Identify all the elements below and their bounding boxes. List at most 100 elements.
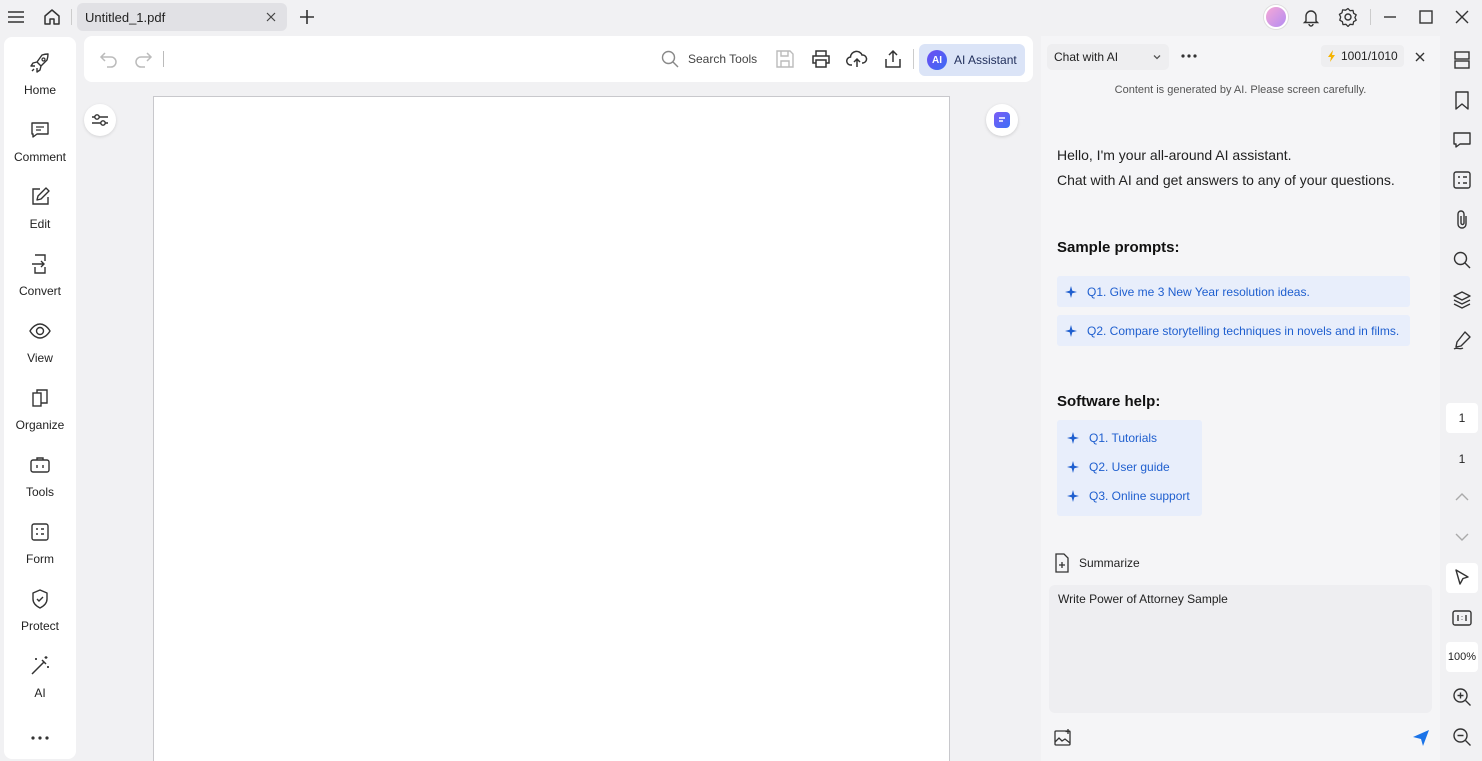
divider [71, 9, 72, 25]
floating-ai-note-icon[interactable] [986, 104, 1018, 136]
thumbnails-icon[interactable] [1451, 49, 1473, 71]
ai-credits-value: 1001/1010 [1341, 49, 1398, 63]
total-pages: 1 [1458, 452, 1466, 466]
zoom-in-icon[interactable] [1451, 686, 1473, 708]
chevron-down-icon [1153, 55, 1161, 60]
chat-input[interactable]: Write Power of Attorney Sample [1049, 585, 1432, 713]
sample-prompt-1[interactable]: Q1. Give me 3 New Year resolution ideas. [1057, 276, 1410, 307]
actual-size-icon[interactable] [1451, 607, 1473, 629]
more-tools-icon[interactable] [28, 727, 52, 749]
tab-title: Untitled_1.pdf [85, 9, 166, 25]
divider [1370, 9, 1371, 25]
software-help-list: Q1. Tutorials Q2. User guide Q3. Online … [1057, 420, 1202, 516]
form-fields-icon[interactable] [1451, 169, 1473, 191]
chevron-down-icon[interactable] [1451, 526, 1473, 548]
redo-icon[interactable] [132, 48, 154, 70]
sidebar-item-label: Tools [25, 485, 54, 499]
sample-prompt-label: Q1. Give me 3 New Year resolution ideas. [1087, 284, 1310, 299]
search-icon [661, 50, 679, 68]
share-export-icon[interactable] [882, 48, 904, 70]
help-item-label: Q2. User guide [1089, 460, 1170, 474]
sidebar-item-form[interactable]: Form [4, 510, 76, 570]
rocket-icon [28, 51, 52, 75]
sidebar-item-edit[interactable]: Edit [4, 175, 76, 235]
sidebar-item-view[interactable]: View [4, 309, 76, 369]
help-item-tutorials[interactable]: Q1. Tutorials [1067, 431, 1157, 445]
undo-icon[interactable] [98, 48, 120, 70]
sparkle-icon [1067, 461, 1079, 473]
close-tab-icon[interactable] [263, 9, 279, 25]
sidebar-item-ai[interactable]: AI [4, 644, 76, 704]
chevron-up-icon[interactable] [1451, 486, 1473, 508]
sidebar-item-label: View [27, 351, 53, 365]
signature-pen-icon[interactable] [1451, 329, 1473, 351]
lightning-icon [1328, 50, 1335, 62]
cloud-upload-icon[interactable] [846, 48, 868, 70]
sample-prompt-2[interactable]: Q2. Compare storytelling techniques in n… [1057, 315, 1410, 346]
software-help-heading: Software help: [1057, 393, 1161, 410]
search-icon[interactable] [1451, 249, 1473, 271]
organize-icon [28, 386, 52, 410]
convert-icon [28, 252, 52, 276]
help-item-online-support[interactable]: Q3. Online support [1067, 489, 1190, 503]
save-icon[interactable] [774, 48, 796, 70]
summarize-button[interactable]: Summarize [1053, 553, 1140, 573]
ai-disclaimer: Content is generated by AI. Please scree… [1114, 84, 1367, 96]
avatar[interactable] [1264, 5, 1288, 29]
send-icon[interactable] [1411, 728, 1431, 748]
sidebar-item-protect[interactable]: Protect [4, 577, 76, 637]
display-settings-sliders-icon[interactable] [84, 104, 116, 136]
sidebar-item-label: Home [23, 83, 56, 97]
zoom-out-icon[interactable] [1451, 726, 1473, 748]
print-icon[interactable] [810, 48, 832, 70]
settings-gear-icon[interactable] [1335, 4, 1361, 30]
sample-prompt-label: Q2. Compare storytelling techniques in n… [1087, 323, 1400, 338]
sidebar-item-label: Comment [13, 150, 66, 164]
help-item-user-guide[interactable]: Q2. User guide [1067, 460, 1170, 474]
toolbox-icon [28, 453, 52, 477]
chat-mode-dropdown[interactable]: Chat with AI [1047, 44, 1169, 70]
bell-icon[interactable] [1298, 4, 1324, 30]
comment-icon [28, 118, 52, 142]
close-panel-icon[interactable] [1411, 48, 1429, 66]
sidebar-item-label: Organize [15, 418, 65, 432]
maximize-icon[interactable] [1413, 4, 1439, 30]
sidebar-item-convert[interactable]: Convert [4, 242, 76, 302]
document-tab[interactable]: Untitled_1.pdf [77, 3, 287, 31]
comments-icon[interactable] [1451, 129, 1473, 151]
magic-wand-icon [28, 654, 52, 678]
home-icon[interactable] [39, 4, 65, 30]
new-tab-plus-icon[interactable] [294, 4, 320, 30]
bookmark-icon[interactable] [1451, 89, 1473, 111]
pdf-page[interactable] [153, 96, 950, 761]
sparkle-icon [1067, 490, 1079, 502]
select-cursor-icon[interactable] [1446, 563, 1478, 593]
more-options-icon[interactable] [1179, 46, 1199, 66]
greeting-line-2: Chat with AI and get answers to any of y… [1057, 172, 1395, 188]
layers-icon[interactable] [1451, 289, 1473, 311]
document-plus-icon [1055, 553, 1069, 573]
right-rail: 1 1 100% [1443, 36, 1482, 761]
form-icon [28, 520, 52, 544]
hamburger-menu-icon[interactable] [3, 4, 29, 30]
close-window-icon[interactable] [1449, 4, 1475, 30]
insert-image-icon[interactable] [1053, 728, 1073, 748]
eye-icon [28, 319, 52, 343]
current-page-field[interactable]: 1 [1446, 403, 1478, 433]
help-item-label: Q3. Online support [1089, 489, 1190, 503]
attachment-icon[interactable] [1451, 209, 1473, 231]
ai-assistant-panel: Chat with AI 1001/1010 Content is genera… [1041, 36, 1440, 761]
sidebar-item-comment[interactable]: Comment [4, 108, 76, 168]
sidebar-item-label: Edit [29, 217, 51, 231]
zoom-level[interactable]: 100% [1446, 642, 1478, 672]
ai-assistant-button[interactable]: AI AI Assistant [919, 44, 1025, 76]
help-item-label: Q1. Tutorials [1089, 431, 1158, 445]
divider [163, 51, 164, 67]
ai-credits-badge[interactable]: 1001/1010 [1321, 45, 1404, 67]
minimize-icon[interactable] [1377, 4, 1403, 30]
sidebar-item-organize[interactable]: Organize [4, 376, 76, 436]
sidebar-item-home[interactable]: Home [4, 41, 76, 101]
search-tools-button[interactable]: Search Tools [660, 48, 757, 70]
sidebar-item-label: Form [26, 552, 54, 566]
sidebar-item-tools[interactable]: Tools [4, 443, 76, 503]
